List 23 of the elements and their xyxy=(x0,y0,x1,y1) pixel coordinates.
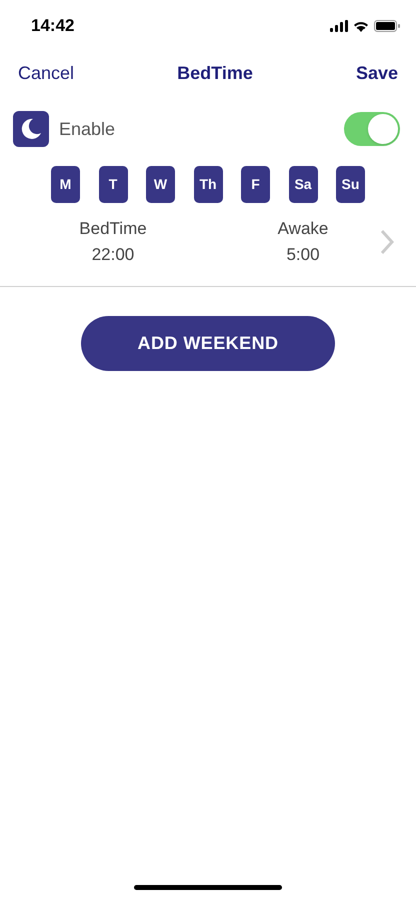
wifi-icon xyxy=(353,20,369,32)
enable-label: Enable xyxy=(59,118,116,140)
enable-toggle[interactable] xyxy=(344,112,400,146)
awake-label: Awake xyxy=(278,218,328,240)
day-toggle[interactable]: W xyxy=(146,166,175,203)
signal-icon xyxy=(330,20,348,32)
bedtime-label: BedTime xyxy=(79,218,147,240)
day-toggle[interactable]: M xyxy=(51,166,80,203)
day-toggle[interactable]: F xyxy=(241,166,270,203)
bedtime-value: 22:00 xyxy=(92,244,134,266)
page-title: BedTime xyxy=(177,62,253,84)
awake-value: 5:00 xyxy=(286,244,320,266)
day-toggle[interactable]: Sa xyxy=(288,166,318,203)
moon-icon xyxy=(13,111,49,147)
day-toggle[interactable]: Su xyxy=(336,166,365,203)
cancel-button[interactable]: Cancel xyxy=(18,60,74,86)
add-weekend-button[interactable]: ADD WEEKEND xyxy=(81,316,335,371)
status-time: 14:42 xyxy=(31,15,74,38)
save-button[interactable]: Save xyxy=(356,60,398,86)
day-toggle[interactable]: Th xyxy=(194,166,222,203)
day-toggle[interactable]: T xyxy=(98,166,128,203)
chevron-right-icon[interactable] xyxy=(380,229,394,255)
battery-icon xyxy=(374,20,400,32)
